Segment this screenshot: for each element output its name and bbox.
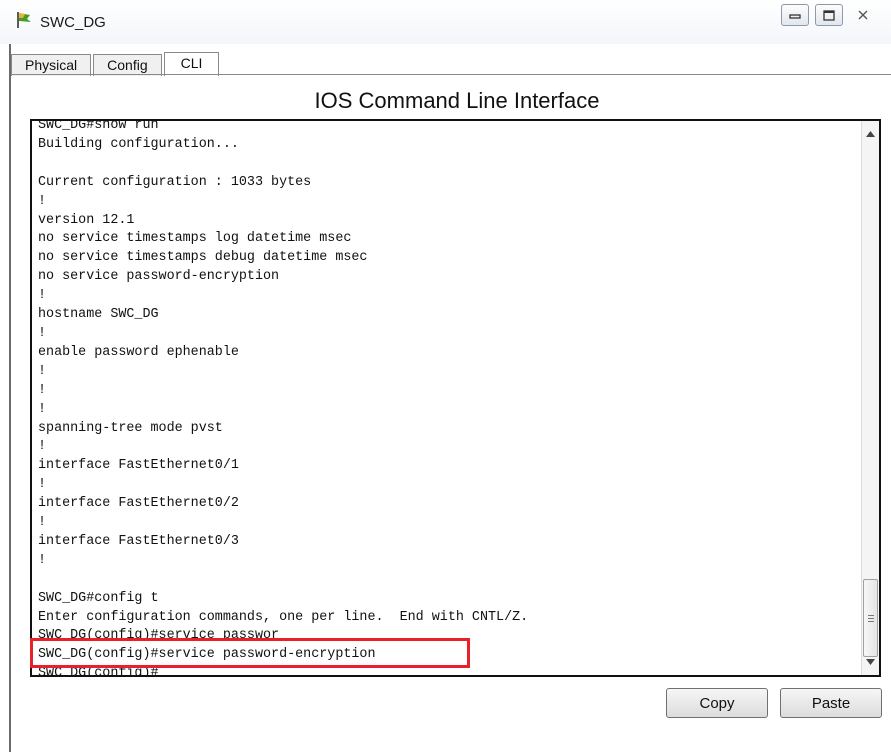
cli-line: no service timestamps log datetime msec — [38, 231, 352, 247]
cli-line: SWC_DG(config)#service passwor — [38, 628, 280, 644]
tab-divider — [11, 74, 891, 75]
grip-line — [868, 618, 874, 619]
maximize-button[interactable] — [815, 4, 843, 26]
tab-cli[interactable]: CLI — [163, 52, 220, 76]
cli-line: no service timestamps debug datetime mse… — [38, 250, 368, 266]
minimize-icon — [789, 14, 801, 19]
cli-line: ! — [38, 439, 47, 455]
cli-line: ! — [38, 288, 47, 304]
scroll-thumb[interactable] — [863, 579, 878, 657]
packet-tracer-switch-icon — [17, 12, 31, 28]
scroll-down-button[interactable] — [862, 653, 879, 671]
cli-line: version 12.1 — [38, 212, 135, 228]
cli-line: Building configuration... — [38, 136, 239, 152]
cli-line: ! — [38, 552, 47, 568]
cli-line: hostname SWC_DG — [38, 307, 159, 323]
scroll-up-arrow-icon — [866, 131, 875, 137]
scroll-up-button[interactable] — [862, 125, 879, 143]
cli-line: ! — [38, 193, 47, 209]
cli-line: ! — [38, 401, 47, 417]
cli-console[interactable]: SWC_DG#show run Building configuration..… — [38, 121, 858, 675]
window-frame — [9, 44, 11, 752]
cli-line: SWC_DG#config t — [38, 590, 159, 606]
cli-line: SWC_DG#show run — [38, 121, 159, 133]
cli-line: interface FastEthernet0/3 — [38, 533, 239, 549]
cli-line: enable password ephenable — [38, 344, 239, 360]
tab-config[interactable]: Config — [93, 54, 162, 76]
maximize-icon — [823, 9, 835, 21]
tab-physical[interactable]: Physical — [11, 54, 92, 76]
cli-line: SWC_DG(config)# — [38, 666, 159, 675]
close-icon — [858, 10, 868, 20]
minimize-button[interactable] — [781, 4, 809, 26]
cli-line: ! — [38, 477, 47, 493]
cli-line: interface FastEthernet0/2 — [38, 496, 239, 512]
cli-line: no service password-encryption — [38, 269, 280, 285]
grip-line — [868, 615, 874, 616]
cli-line: spanning-tree mode pvst — [38, 420, 223, 436]
copy-button[interactable]: Copy — [666, 688, 768, 718]
grip-line — [868, 621, 874, 622]
cli-heading: IOS Command Line Interface — [314, 88, 600, 113]
cli-line: Enter configuration commands, one per li… — [38, 609, 529, 625]
cli-line: ! — [38, 325, 47, 341]
vertical-scrollbar[interactable] — [861, 121, 879, 675]
title-bar: SWC_DG — [0, 0, 891, 44]
close-button[interactable] — [849, 4, 877, 26]
paste-button[interactable]: Paste — [780, 688, 882, 718]
cli-line: ! — [38, 363, 47, 379]
cli-line: Current configuration : 1033 bytes — [38, 174, 312, 190]
cli-line: ! — [38, 515, 47, 531]
window-title: SWC_DG — [40, 14, 106, 31]
cli-output[interactable]: SWC_DG#show run Building configuration..… — [38, 121, 528, 675]
cli-line: interface FastEthernet0/1 — [38, 458, 239, 474]
cli-line: ! — [38, 382, 47, 398]
cli-terminal[interactable]: SWC_DG#show run Building configuration..… — [30, 119, 881, 677]
cli-line: SWC_DG(config)#service password-encrypti… — [38, 647, 376, 663]
scroll-down-arrow-icon — [866, 659, 875, 665]
tab-bar: Physical Config CLI — [11, 52, 221, 76]
